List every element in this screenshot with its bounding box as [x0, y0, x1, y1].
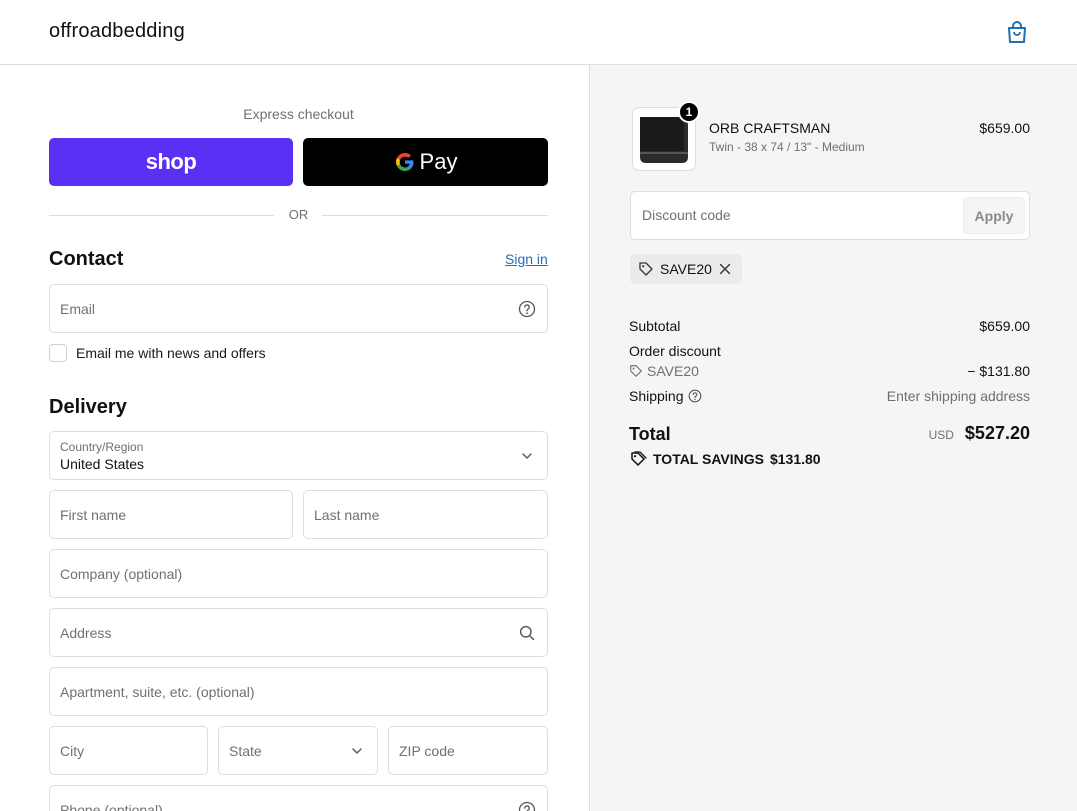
shopping-bag-icon[interactable]: [1004, 19, 1030, 45]
google-pay-button[interactable]: Pay: [303, 138, 548, 186]
phone-field[interactable]: Phone (optional): [49, 785, 548, 811]
apartment-field[interactable]: Apartment, suite, etc. (optional): [49, 667, 548, 716]
total-savings-label: TOTAL SAVINGS: [653, 451, 764, 467]
store-logo[interactable]: offroadbedding: [49, 20, 185, 43]
chevron-down-icon: [352, 747, 362, 754]
order-discount-value: − $131.80: [967, 363, 1030, 379]
total-value: $527.20: [964, 423, 1030, 443]
google-g-icon: [395, 153, 414, 171]
shipping-value: Enter shipping address: [886, 388, 1030, 404]
order-discount-code: SAVE20: [647, 363, 699, 379]
shipping-row-label: Shipping: [629, 388, 702, 404]
total-savings: TOTAL SAVINGS $131.80: [629, 451, 821, 467]
quantity-badge: 1: [678, 101, 700, 123]
apartment-placeholder: Apartment, suite, etc. (optional): [60, 683, 255, 700]
email-placeholder: Email: [60, 300, 96, 317]
zip-placeholder: ZIP code: [399, 742, 455, 759]
express-checkout-label: Express checkout: [243, 106, 354, 122]
country-label: Country/Region: [60, 440, 144, 454]
country-value: United States: [60, 456, 145, 472]
or-label: OR: [288, 207, 309, 222]
newsletter-label: Email me with news and offers: [76, 345, 266, 361]
or-divider: OR: [49, 205, 548, 225]
order-discount-label: Order discount: [629, 343, 721, 359]
tag-icon: [630, 365, 642, 377]
country-select[interactable]: Country/Region United States: [49, 431, 548, 480]
subtotal-value: $659.00: [979, 318, 1030, 334]
order-summary-panel: 1 ORB CRAFTSMAN Twin - 38 x 74 / 13" - M…: [589, 65, 1077, 811]
total-amount: USD $527.20: [830, 423, 1030, 444]
shop-pay-label: shop: [145, 149, 197, 174]
email-field[interactable]: Email: [49, 284, 548, 333]
newsletter-option[interactable]: Email me with news and offers: [49, 343, 266, 363]
zip-field[interactable]: ZIP code: [388, 726, 548, 775]
product-name: ORB CRAFTSMAN: [709, 120, 831, 136]
total-label: Total: [629, 424, 671, 444]
product-price: $659.00: [979, 120, 1030, 136]
state-placeholder: State: [229, 742, 262, 759]
google-pay-label: Pay: [419, 149, 458, 174]
delivery-heading: Delivery: [49, 396, 127, 418]
search-icon: [519, 625, 535, 640]
company-placeholder: Company (optional): [60, 565, 183, 582]
city-placeholder: City: [60, 742, 85, 759]
help-circle-icon[interactable]: [518, 801, 536, 811]
tag-icon: [631, 451, 647, 466]
apply-discount-button[interactable]: Apply: [963, 197, 1025, 234]
city-field[interactable]: City: [49, 726, 208, 775]
company-field[interactable]: Company (optional): [49, 549, 548, 598]
close-icon[interactable]: [718, 262, 732, 276]
discount-placeholder: Discount code: [642, 207, 731, 223]
applied-discount-code: SAVE20: [660, 261, 712, 277]
address-placeholder: Address: [60, 624, 112, 641]
total-savings-value: $131.80: [769, 451, 821, 467]
tag-icon: [639, 262, 653, 276]
checkout-header: offroadbedding: [0, 0, 1077, 65]
last-name-field[interactable]: Last name: [303, 490, 548, 539]
last-name-placeholder: Last name: [314, 506, 380, 523]
first-name-placeholder: First name: [60, 506, 127, 523]
help-circle-icon[interactable]: [518, 300, 536, 318]
state-select[interactable]: State: [218, 726, 378, 775]
checkout-form-panel: Express checkout shop Pay OR Contact Sig…: [0, 65, 589, 811]
product-variant: Twin - 38 x 74 / 13" - Medium: [709, 140, 865, 154]
first-name-field[interactable]: First name: [49, 490, 293, 539]
sign-in-link[interactable]: Sign in: [505, 251, 548, 267]
order-discount-code-row: SAVE20: [629, 363, 699, 379]
shop-pay-button[interactable]: shop: [49, 138, 293, 186]
contact-heading: Contact: [49, 248, 124, 270]
total-currency: USD: [928, 428, 954, 442]
help-circle-icon[interactable]: [688, 389, 702, 403]
applied-discount-chip: SAVE20: [630, 254, 742, 284]
phone-placeholder: Phone (optional): [60, 801, 163, 811]
newsletter-checkbox[interactable]: [49, 344, 67, 362]
address-field[interactable]: Address: [49, 608, 548, 657]
subtotal-label: Subtotal: [629, 318, 681, 334]
chevron-down-icon: [522, 452, 532, 459]
shipping-label: Shipping: [629, 388, 684, 404]
discount-code-field[interactable]: Discount code Apply: [630, 191, 1030, 240]
